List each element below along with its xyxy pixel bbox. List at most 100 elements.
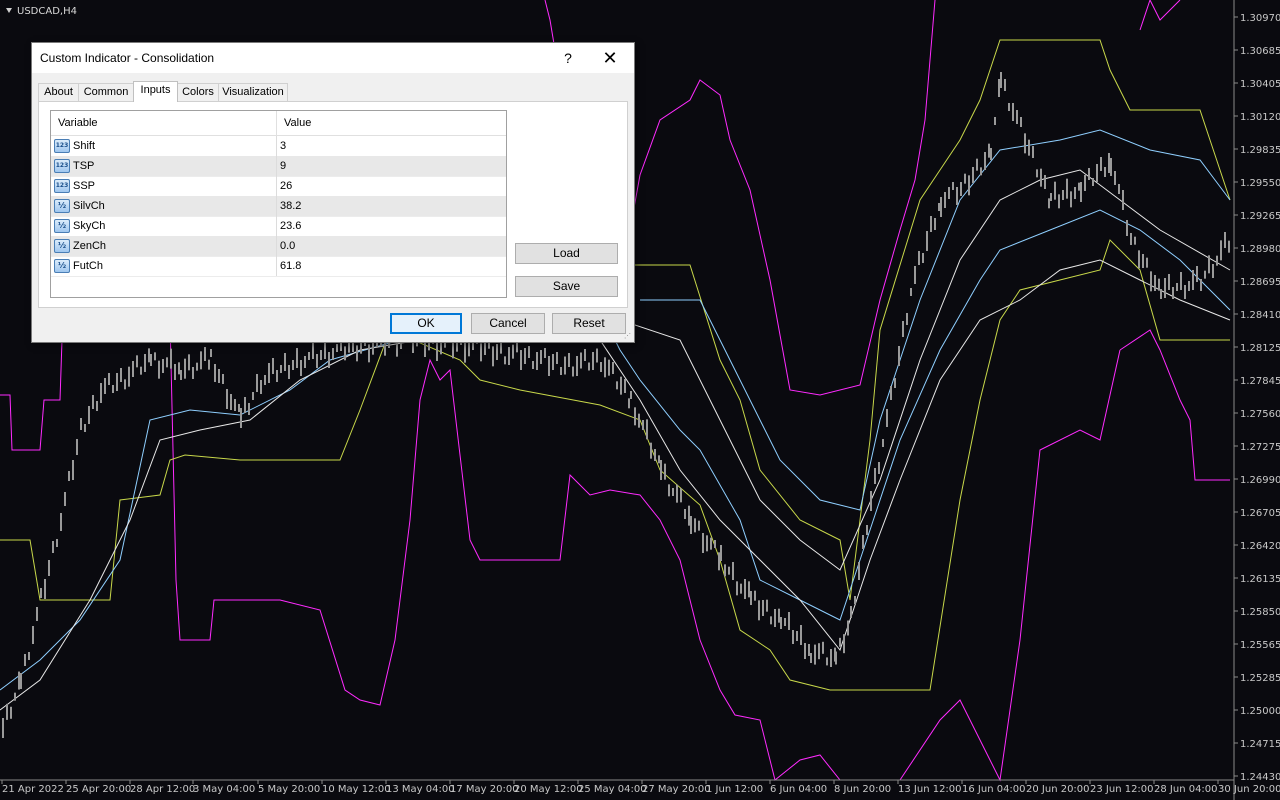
table-row[interactable]: ½ ZenCh 0.0 — [51, 236, 506, 257]
candle — [826, 657, 828, 666]
candle — [576, 356, 578, 376]
candle — [52, 541, 54, 553]
candle — [702, 533, 704, 553]
table-row[interactable]: ½ SkyCh 23.6 — [51, 216, 506, 237]
candle — [1032, 146, 1034, 158]
price-label: 1.25000 — [1240, 706, 1280, 717]
time-label: 20 May 12:00 — [514, 784, 583, 795]
cancel-button[interactable]: Cancel — [471, 313, 545, 334]
candle — [150, 354, 152, 366]
candle — [854, 596, 856, 604]
candle — [894, 378, 896, 388]
column-divider[interactable] — [276, 111, 277, 135]
candle — [248, 403, 250, 415]
resize-grip-icon[interactable]: ⋰ — [624, 332, 632, 340]
column-header-variable[interactable]: Variable — [58, 117, 98, 129]
candle — [18, 671, 20, 690]
tab-about[interactable]: About — [38, 83, 79, 101]
variable-value[interactable]: 26 — [280, 180, 292, 192]
candle — [1070, 191, 1072, 208]
tab-visualization[interactable]: Visualization — [218, 83, 288, 101]
table-row[interactable]: 123 SSP 26 — [51, 176, 506, 197]
table-row[interactable]: 123 Shift 3 — [51, 136, 506, 157]
candle — [484, 341, 486, 355]
table-row[interactable]: ½ SilvCh 38.2 — [51, 196, 506, 217]
cell-divider — [276, 236, 277, 256]
symbol-label: USDCAD,H4 — [17, 6, 77, 17]
candle — [960, 182, 962, 196]
candle — [646, 419, 648, 440]
candle — [1184, 285, 1186, 299]
candle — [780, 617, 782, 629]
cell-divider — [276, 196, 277, 216]
candle — [496, 344, 498, 360]
load-button[interactable]: Load — [515, 243, 618, 264]
candle — [76, 439, 78, 455]
candle — [10, 706, 12, 719]
candle — [464, 342, 466, 363]
candle — [1084, 175, 1086, 191]
candle — [596, 348, 598, 363]
candle — [88, 406, 90, 424]
candle — [934, 218, 936, 230]
tab-inputs[interactable]: Inputs — [133, 81, 178, 102]
candle — [568, 353, 570, 367]
candle — [204, 347, 206, 361]
candle — [268, 363, 270, 383]
candle — [64, 492, 66, 506]
candle — [72, 460, 74, 480]
price-label: 1.27275 — [1240, 442, 1280, 453]
column-header-value[interactable]: Value — [284, 117, 311, 129]
tab-colors[interactable]: Colors — [177, 83, 219, 101]
candle — [926, 231, 928, 251]
tab-common[interactable]: Common — [78, 83, 134, 101]
dialog-titlebar[interactable]: Custom Indicator - Consolidation ? ✕ — [32, 43, 634, 73]
close-icon[interactable]: ✕ — [598, 47, 622, 69]
candle — [676, 484, 678, 503]
candle — [878, 462, 880, 474]
candle — [226, 389, 228, 409]
candle — [650, 442, 652, 459]
table-row[interactable]: 123 TSP 9 — [51, 156, 506, 177]
candle — [552, 354, 554, 370]
candle — [847, 620, 849, 636]
time-label: 25 May 04:00 — [578, 784, 647, 795]
table-row[interactable]: ½ FutCh 61.8 — [51, 256, 506, 277]
double-type-icon: ½ — [54, 219, 70, 233]
candle — [956, 187, 958, 205]
variable-value[interactable]: 0.0 — [280, 240, 295, 252]
candle — [994, 117, 996, 125]
candle — [818, 643, 820, 660]
candle — [112, 385, 114, 393]
candle — [80, 418, 82, 430]
time-label: 28 Apr 12:00 — [130, 784, 195, 795]
cell-divider — [276, 256, 277, 276]
help-icon[interactable]: ? — [558, 47, 578, 69]
candle — [778, 608, 780, 623]
candle — [184, 358, 186, 379]
price-label: 1.29265 — [1240, 211, 1280, 222]
price-label: 1.30685 — [1240, 46, 1280, 57]
candle — [548, 356, 550, 376]
candle — [740, 583, 742, 594]
variable-value[interactable]: 38.2 — [280, 200, 301, 212]
reset-button[interactable]: Reset — [552, 313, 626, 334]
candle — [1134, 236, 1136, 245]
candle — [850, 606, 852, 618]
candle — [862, 535, 864, 549]
candle — [56, 539, 58, 547]
candle — [1016, 110, 1018, 124]
variable-value[interactable]: 3 — [280, 140, 286, 152]
candle — [835, 651, 837, 665]
candle — [96, 401, 98, 411]
double-type-icon: ½ — [54, 259, 70, 273]
save-button[interactable]: Save — [515, 276, 618, 297]
variable-name: SilvCh — [73, 200, 105, 212]
variable-value[interactable]: 23.6 — [280, 220, 301, 232]
time-label: 17 May 20:00 — [450, 784, 519, 795]
ok-button[interactable]: OK — [390, 313, 462, 334]
candle — [1176, 283, 1178, 291]
variable-value[interactable]: 61.8 — [280, 260, 301, 272]
candle — [972, 167, 974, 183]
variable-value[interactable]: 9 — [280, 160, 286, 172]
